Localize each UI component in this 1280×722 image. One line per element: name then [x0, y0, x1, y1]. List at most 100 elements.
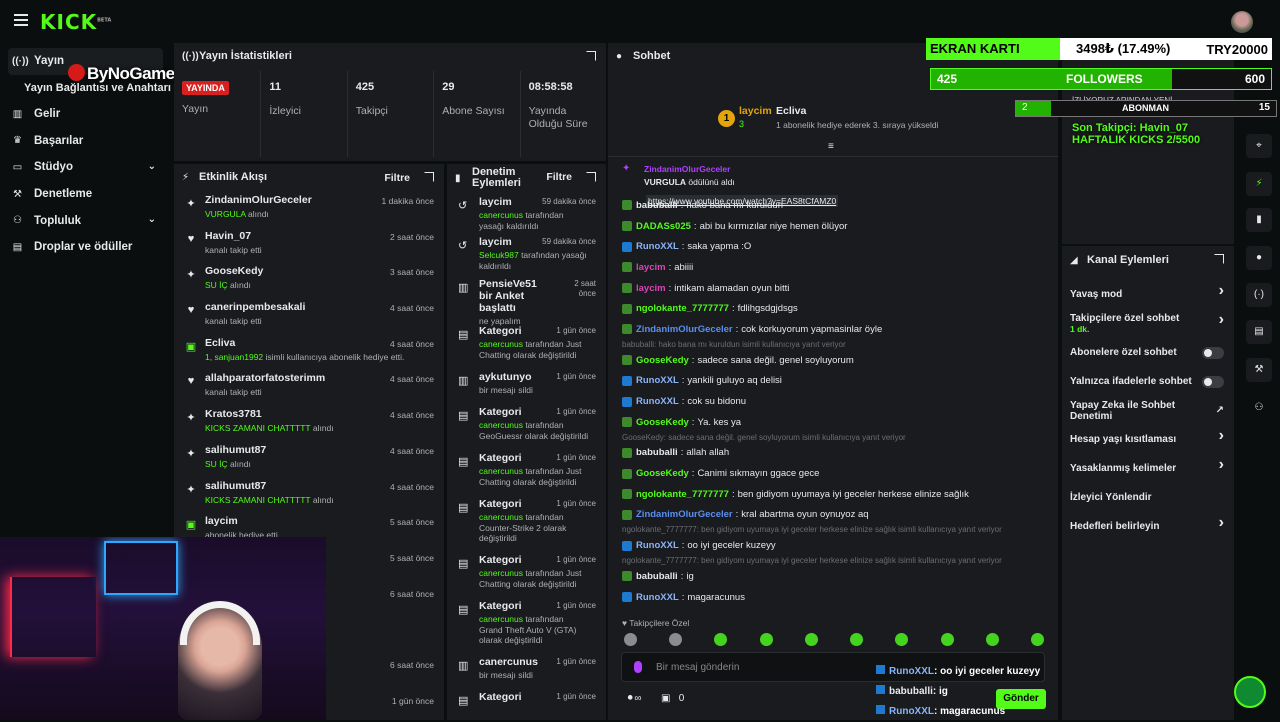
points-icon[interactable]: ⚫∞ [626, 693, 642, 704]
kick-logo[interactable]: KICKBETA [40, 10, 111, 34]
chat-username[interactable]: babuballi [636, 200, 678, 211]
activity-item[interactable]: ✦ salihumut87 SU İÇ alındı 4 saat önce [174, 440, 444, 476]
gifter-name-2[interactable]: Ecliva [776, 105, 806, 117]
chat-message[interactable]: RunoXXL: magaracunus [608, 587, 1058, 608]
chat-username[interactable]: RunoXXL [636, 396, 679, 407]
channel-action-item[interactable]: Yasaklanmış kelimeler › [1062, 454, 1234, 483]
activity-item[interactable]: ▣ Ecliva 1, sanjuan1992 isimli kullanıcıya… [174, 333, 444, 369]
toggle-switch[interactable] [1202, 376, 1224, 388]
sidebar-item-revenue[interactable]: ▥ Gelir [0, 101, 172, 128]
mod-action-item[interactable]: ▥ canercunus 1 gün önce bir mesajı sildi [447, 652, 606, 687]
chat-message[interactable]: ZindanimOlurGeceler: kral abartma oyun oy… [608, 505, 1058, 526]
chat-username[interactable]: RunoXXL [636, 375, 679, 386]
mod-action-item[interactable]: ▤ Kategori 1 gün önce canercunus tarafından… [447, 321, 606, 367]
mod-action-user[interactable]: canercunus [479, 568, 523, 578]
target-icon[interactable]: ⌖ [1246, 134, 1272, 158]
chat-username[interactable]: GooseKedy [636, 417, 689, 428]
chat-message[interactable]: RunoXXL: yankili guluyo aq delisi [608, 371, 1058, 392]
sidebar-item-community[interactable]: ⚇ Topluluk ⌄ [0, 207, 172, 234]
collapse-icon[interactable]: ≡ [828, 141, 834, 152]
emote-icon[interactable] [714, 633, 728, 646]
mod-action-item[interactable]: ▥ aykutunyo 1 gün önce bir mesajı sildi [447, 367, 606, 402]
document-icon[interactable]: ▮ [1246, 208, 1272, 232]
broadcast-icon[interactable]: (·) [1246, 283, 1272, 307]
chat-message[interactable]: babuballi: allah allah [608, 443, 1058, 464]
chat-message[interactable]: babuballi: ig [608, 566, 1058, 587]
mod-action-item[interactable]: ▤ Kategori 1 gün önce canercunus tarafından… [447, 550, 606, 596]
microphone-icon[interactable] [634, 661, 642, 673]
chat-username[interactable]: GooseKedy [636, 468, 689, 479]
chat-username[interactable]: babuballi [636, 447, 678, 458]
emote-icon[interactable] [804, 633, 818, 646]
channel-action-item[interactable]: Hedefleri belirleyin › [1062, 512, 1234, 541]
toggle-switch[interactable] [1202, 347, 1224, 359]
mod-action-user[interactable]: canercunus [479, 420, 523, 430]
activity-item[interactable]: ♥ Havin_07 kanalı takip etti 2 saat önce [174, 226, 444, 262]
mod-action-user[interactable]: canercunus [479, 614, 523, 624]
channel-action-item[interactable]: Abonelere özel sohbet [1062, 338, 1234, 367]
reward-user[interactable]: ZindanimOlurGeceler [644, 164, 730, 174]
reply-context[interactable]: babuballi: hako bana mı kuruldun isimli … [608, 340, 1058, 350]
chat-message[interactable]: GooseKedy: sadece sana değil. genel soylu… [608, 350, 1058, 371]
chat-username[interactable]: ngolokante_7777777 [636, 303, 729, 314]
gift-icon[interactable]: ▣ [661, 693, 670, 704]
popout-icon[interactable] [1214, 254, 1224, 264]
mod-action-item[interactable]: ▤ Kategori 1 gün önce canercunus tarafından… [447, 448, 606, 494]
mod-action-item[interactable]: ▤ Kategori 1 gün önce canercunus tarafından… [447, 402, 606, 448]
reply-context[interactable]: GooseKedy: sadece sana değil. genel soyl… [608, 433, 1058, 443]
chat-message[interactable]: ZindanimOlurGeceler: cok korkuyorum yapma… [608, 319, 1058, 340]
filter-button[interactable]: Filtre [384, 172, 410, 184]
chat-username[interactable]: babuballi [636, 571, 678, 582]
mod-action-item[interactable]: ▤ Kategori 1 gün önce [447, 687, 606, 707]
sidebar-item-moderation[interactable]: ⚒ Denetleme [0, 181, 172, 208]
popout-icon[interactable] [424, 172, 434, 182]
emote-icon[interactable] [759, 633, 773, 646]
menu-icon[interactable] [14, 14, 28, 26]
lightning-icon[interactable]: ⚡ [1246, 172, 1272, 196]
reply-context[interactable]: ngolokante_7777777: ben gidiyom uyumaya … [608, 525, 1058, 535]
mod-action-item[interactable]: ▤ Kategori 1 gün önce canercunus tarafından… [447, 596, 606, 652]
activity-item[interactable]: ✦ ZindanimOlurGeceler VURGULA alındı 1 daki… [174, 190, 444, 226]
chat-username[interactable]: ZindanimOlurGeceler [636, 324, 733, 335]
chat-message[interactable]: RunoXXL: cok su bidonu [608, 391, 1058, 412]
chat-message[interactable]: ngolokante_7777777: ben gidiyom uyumaya i… [608, 484, 1058, 505]
channel-action-item[interactable]: Yapay Zeka ile Sohbet Denetimi ↗ [1062, 396, 1234, 425]
sidebar-item-drops[interactable]: ▤ Droplar ve ödüller [0, 234, 172, 261]
layout-icon[interactable]: ▤ [1246, 320, 1272, 344]
chat-message[interactable]: GooseKedy: Canimi sıkmayın ggace gece [608, 463, 1058, 484]
emote-icon[interactable] [940, 633, 954, 646]
mod-action-item[interactable]: ▤ Kategori 1 gün önce canercunus tarafından… [447, 494, 606, 550]
community-icon[interactable]: ⚇ [1246, 396, 1272, 420]
mod-action-item[interactable]: ↺ laycim 59 dakika önce Selcuk987 tarafında… [447, 232, 606, 274]
channel-action-item[interactable]: Yalnızca ifadelerle sohbet [1062, 367, 1234, 396]
sidebar-item-studio[interactable]: ▭ Stüdyo ⌄ [0, 154, 172, 181]
chat-username[interactable]: GooseKedy [636, 355, 689, 366]
mod-action-user[interactable]: Selcuk987 [479, 250, 519, 260]
activity-item[interactable]: ♥ allahparatorfatosterimm kanalı takip ett… [174, 368, 444, 404]
chat-username[interactable]: ngolokante_7777777 [636, 489, 729, 500]
chat-username[interactable]: RunoXXL [636, 241, 679, 252]
chat-message[interactable]: babuballi: hako bana mı kuruldun [608, 195, 1058, 216]
gifter-name[interactable]: laycim [739, 105, 772, 117]
chat-username[interactable]: ZindanimOlurGeceler [636, 509, 733, 520]
wrench-icon[interactable]: ⚒ [1246, 358, 1272, 382]
chat-username[interactable]: RunoXXL [636, 592, 679, 603]
chat-username[interactable]: laycim [636, 283, 666, 294]
channel-action-item[interactable]: Yavaş mod › [1062, 280, 1234, 309]
emote-icon[interactable] [669, 633, 683, 646]
mod-action-user[interactable]: canercunus [479, 339, 523, 349]
channel-action-item[interactable]: Takipçilere özel sohbet 1 dk. › [1062, 309, 1234, 338]
user-avatar[interactable] [1231, 11, 1253, 33]
mod-action-item[interactable]: ▥ PensieVe51 bir Anket başlattı 2 saat önc… [447, 274, 606, 326]
chat-message[interactable]: RunoXXL: saka yapma :O [608, 236, 1058, 257]
activity-item[interactable]: ✦ salihumut87 KICKS ZAMANI CHATTTTT alındı… [174, 476, 444, 512]
mod-action-user[interactable]: canercunus [479, 512, 523, 522]
chat-username[interactable]: laycim [636, 262, 666, 273]
emote-icon[interactable] [1030, 633, 1044, 646]
popout-icon[interactable] [586, 172, 596, 182]
chat-bubble-icon[interactable]: ● [1246, 246, 1272, 270]
reply-context[interactable]: ngolokante_7777777: ben gidiyom uyumaya … [608, 556, 1058, 566]
mod-action-item[interactable]: ↺ laycim 59 dakika önce canercunus tarafınd… [447, 192, 606, 232]
channel-action-item[interactable]: İzleyici Yönlendir [1062, 483, 1234, 512]
popout-icon[interactable] [586, 51, 596, 61]
